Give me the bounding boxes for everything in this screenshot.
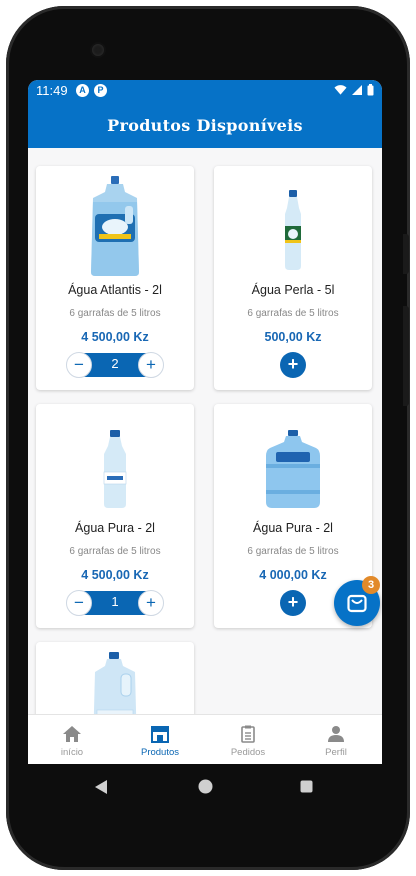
product-image	[36, 650, 194, 714]
back-icon[interactable]	[94, 779, 108, 795]
nav-item-produtos[interactable]: Produtos	[116, 715, 204, 764]
app-a-icon: A	[76, 84, 89, 97]
product-grid[interactable]: Água Atlantis - 2l 6 garrafas de 5 litro…	[28, 148, 382, 714]
quantity-value: 2	[111, 356, 119, 371]
status-time: 11:49	[36, 83, 68, 98]
app-bar: Produtos Disponíveis	[28, 102, 382, 148]
product-image	[214, 412, 372, 516]
product-name: Água Pura - 2l	[253, 521, 333, 535]
nav-item-inicio[interactable]: início	[28, 715, 116, 764]
product-card[interactable]: Água Atlantis - 2l 6 garrafas de 5 litro…	[36, 166, 194, 390]
product-card[interactable]	[36, 642, 194, 714]
product-price: 4 500,00 Kz	[81, 330, 149, 344]
clipboard-icon	[241, 725, 255, 743]
product-name: Água Pura - 2l	[75, 521, 155, 535]
nav-label: Produtos	[140, 747, 180, 758]
nav-item-pedidos[interactable]: Pedidos	[204, 715, 292, 764]
quantity-value: 1	[111, 594, 119, 609]
add-to-cart-button[interactable]: +	[280, 590, 306, 616]
product-description: 6 garrafas de 5 litros	[247, 308, 339, 319]
product-card[interactable]: Água Pura - 2l 6 garrafas de 5 litros 4 …	[36, 404, 194, 628]
quantity-stepper[interactable]: − 2 +	[66, 352, 164, 378]
small-bottle-icon	[103, 430, 127, 508]
store-icon	[151, 726, 169, 743]
add-to-cart-button[interactable]: +	[280, 352, 306, 378]
app-screen: 11:49 A P Produtos Disponíveis Água Atla…	[28, 80, 382, 764]
product-description: 6 garrafas de 5 litros	[247, 546, 339, 557]
handle-jug-icon	[93, 652, 137, 714]
home-circle-icon[interactable]	[198, 779, 213, 794]
product-card[interactable]: Água Perla - 5l 6 garrafas de 5 litros 5…	[214, 166, 372, 390]
large-gallon-bottle-icon	[91, 176, 139, 276]
product-name: Água Perla - 5l	[251, 283, 335, 297]
home-icon	[63, 726, 81, 742]
decrement-button[interactable]: −	[66, 352, 92, 378]
quantity-stepper[interactable]: − 1 +	[66, 590, 164, 616]
increment-button[interactable]: +	[138, 352, 164, 378]
nav-item-perfil[interactable]: Perfil	[292, 715, 380, 764]
nav-label: Perfil	[325, 747, 347, 758]
power-button	[403, 306, 409, 406]
product-name: Água Atlantis - 2l	[68, 283, 162, 297]
page-title: Produtos Disponíveis	[107, 115, 303, 135]
product-image	[36, 412, 194, 516]
status-bar: 11:49 A P	[28, 80, 382, 102]
product-price: 500,00 Kz	[264, 330, 322, 344]
product-image	[36, 174, 194, 278]
water-cooler-jug-icon	[266, 430, 320, 508]
slim-bottle-icon	[285, 190, 301, 270]
product-price: 4 500,00 Kz	[81, 568, 149, 582]
wifi-icon	[334, 85, 347, 95]
volume-button	[403, 234, 409, 274]
nav-label: início	[60, 747, 84, 758]
battery-icon	[367, 84, 374, 96]
system-navigation-bar	[28, 764, 382, 810]
person-icon	[328, 726, 344, 742]
decrement-button[interactable]: −	[66, 590, 92, 616]
product-description: 6 garrafas de 5 litros	[69, 546, 161, 557]
front-camera	[92, 44, 104, 56]
increment-button[interactable]: +	[138, 590, 164, 616]
nav-label: Pedidos	[230, 747, 266, 758]
cart-count-badge: 3	[362, 576, 380, 594]
signal-icon	[352, 85, 362, 95]
status-indicators	[334, 84, 374, 96]
product-image	[214, 174, 372, 278]
product-description: 6 garrafas de 5 litros	[69, 308, 161, 319]
app-p-icon: P	[94, 84, 107, 97]
bottom-navigation: início Produtos Pedidos Perfil	[28, 714, 382, 764]
recents-icon[interactable]	[300, 780, 313, 793]
